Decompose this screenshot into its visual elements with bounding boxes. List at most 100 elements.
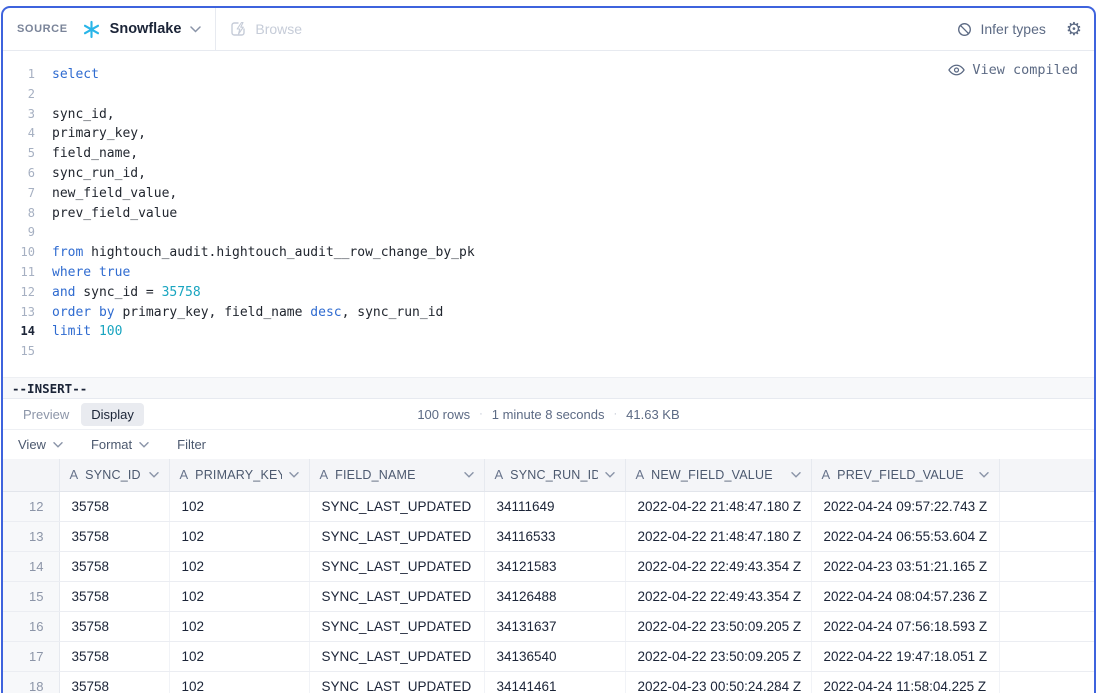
table-cell: 35758 [59, 581, 169, 611]
code-text: sync_run_id, [52, 164, 146, 184]
source-label: SOURCE [17, 23, 68, 35]
line-number: 3 [3, 105, 35, 125]
row-number: 14 [3, 551, 59, 581]
trailing-empty-cell [999, 641, 1094, 671]
toolbar-view-button[interactable]: View [18, 437, 63, 452]
code-line: 2 [3, 85, 1094, 105]
trailing-empty-cell [999, 551, 1094, 581]
line-number: 12 [3, 283, 35, 303]
code-text: and sync_id = 35758 [52, 283, 201, 303]
table-row[interactable]: 1535758102SYNC_LAST_UPDATED341264882022-… [3, 581, 1094, 611]
column-name: NEW_FIELD_VALUE [651, 468, 783, 482]
table-cell: 34111649 [484, 491, 625, 521]
line-number: 1 [3, 65, 35, 85]
chevron-down-icon[interactable] [979, 472, 989, 478]
source-bar: SOURCE Snowflake [3, 8, 1094, 51]
column-header-new_field_value[interactable]: ANEW_FIELD_VALUE [625, 459, 811, 491]
code-text: field_name, [52, 144, 138, 164]
table-row[interactable]: 1235758102SYNC_LAST_UPDATED341116492022-… [3, 491, 1094, 521]
row-number: 16 [3, 611, 59, 641]
eye-icon [948, 64, 965, 76]
chevron-down-icon[interactable] [289, 472, 299, 478]
line-number: 10 [3, 243, 35, 263]
toolbar-label: Format [91, 437, 132, 452]
view-compiled-label: View compiled [972, 62, 1078, 78]
chevron-down-icon[interactable] [464, 472, 474, 478]
trailing-empty-cell [999, 521, 1094, 551]
chevron-down-icon [190, 26, 201, 33]
column-header-sync_id[interactable]: ASYNC_ID [59, 459, 169, 491]
table-cell: 2022-04-24 06:55:53.604 Z [811, 521, 999, 551]
stat-separator: · [613, 408, 617, 420]
table-cell: 2022-04-24 07:56:18.593 Z [811, 611, 999, 641]
table-cell: 2022-04-22 22:49:43.354 Z [625, 551, 811, 581]
column-name: SYNC_ID [85, 468, 141, 482]
table-cell: 2022-04-24 09:57:22.743 Z [811, 491, 999, 521]
code-text: from hightouch_audit.hightouch_audit__ro… [52, 243, 475, 263]
view-compiled-button[interactable]: View compiled [948, 62, 1078, 78]
chevron-down-icon[interactable] [149, 472, 159, 478]
table-cell: 34116533 [484, 521, 625, 551]
snowflake-icon [82, 20, 101, 39]
table-cell: 2022-04-22 23:50:09.205 Z [625, 641, 811, 671]
table-cell: 34141461 [484, 671, 625, 693]
code-text: order by primary_key, field_name desc, s… [52, 303, 443, 323]
table-row[interactable]: 1735758102SYNC_LAST_UPDATED341365402022-… [3, 641, 1094, 671]
table-cell: 35758 [59, 491, 169, 521]
chevron-down-icon[interactable] [605, 472, 615, 478]
table-cell: 2022-04-23 03:51:21.165 Z [811, 551, 999, 581]
code-line: 12 and sync_id = 35758 [3, 283, 1094, 303]
table-row[interactable]: 1335758102SYNC_LAST_UPDATED34116533 2022-… [3, 521, 1094, 551]
row-number: 18 [3, 671, 59, 693]
table-cell: 2022-04-24 08:04:57.236 Z [811, 581, 999, 611]
code-line: 14limit 100 [3, 322, 1094, 342]
infer-types-button[interactable]: Infer types [957, 21, 1045, 37]
tab-preview[interactable]: Preview [13, 403, 79, 426]
line-number: 11 [3, 263, 35, 283]
sql-code-editor[interactable]: 1select23sync_id,4primary_key,5field_nam… [3, 51, 1094, 377]
table-cell: 35758 [59, 521, 169, 551]
table-cell: 102 [169, 611, 309, 641]
line-number: 9 [3, 223, 35, 243]
code-line: 7new_field_value, [3, 184, 1094, 204]
code-area: 1select23sync_id,4primary_key,5field_nam… [3, 65, 1094, 362]
column-header-inner: ANEW_FIELD_VALUE [636, 467, 801, 482]
table-row[interactable]: 1635758102SYNC_LAST_UPDATED341316372022-… [3, 611, 1094, 641]
row-number: 13 [3, 521, 59, 551]
table-cell: 102 [169, 491, 309, 521]
tab-display[interactable]: Display [81, 403, 144, 426]
table-cell: 102 [169, 641, 309, 671]
sql-editor-panel: SOURCE Snowflake [1, 6, 1096, 693]
table-row[interactable]: 1835758102SYNC_LAST_UPDATED341414612022-… [3, 671, 1094, 693]
column-header-prev_field_value[interactable]: APREV_FIELD_VALUE [811, 459, 999, 491]
string-type-icon: A [320, 467, 329, 482]
chevron-down-icon[interactable] [791, 472, 801, 478]
table-cell: 2022-04-22 22:49:43.354 Z [625, 581, 811, 611]
table-cell: 34131637 [484, 611, 625, 641]
line-number: 7 [3, 184, 35, 204]
line-number: 8 [3, 204, 35, 224]
trailing-empty-cell [999, 581, 1094, 611]
browse-button[interactable]: Browse [230, 21, 302, 37]
toolbar-format-button[interactable]: Format [91, 437, 149, 452]
gear-icon[interactable]: ⚙ [1066, 20, 1082, 38]
table-cell: SYNC_LAST_UPDATED [309, 641, 484, 671]
table-cell: SYNC_LAST_UPDATED [309, 671, 484, 693]
column-header-inner: AFIELD_NAME [320, 467, 474, 482]
code-line: 13order by primary_key, field_name desc,… [3, 303, 1094, 323]
column-header-field_name[interactable]: AFIELD_NAME [309, 459, 484, 491]
row-number: 15 [3, 581, 59, 611]
table-cell: 102 [169, 521, 309, 551]
row-number-header [3, 459, 59, 491]
source-select[interactable]: Snowflake [82, 20, 202, 39]
table-cell: SYNC_LAST_UPDATED [309, 611, 484, 641]
code-text: primary_key, [52, 124, 146, 144]
toolbar-filter-button[interactable]: Filter [177, 437, 206, 452]
code-line: 1select [3, 65, 1094, 85]
column-header-sync_run_id[interactable]: ASYNC_RUN_ID [484, 459, 625, 491]
code-line: 8prev_field_value [3, 204, 1094, 224]
table-cell: SYNC_LAST_UPDATED [309, 521, 484, 551]
table-cell: 35758 [59, 551, 169, 581]
table-row[interactable]: 1435758102SYNC_LAST_UPDATED341215832022-… [3, 551, 1094, 581]
column-header-primary_key[interactable]: APRIMARY_KEY [169, 459, 309, 491]
